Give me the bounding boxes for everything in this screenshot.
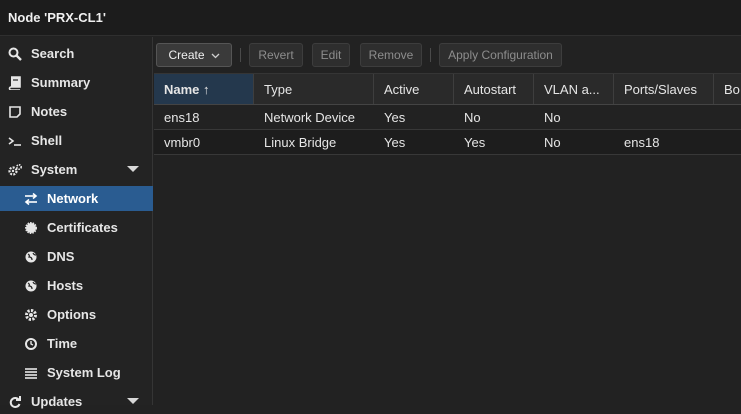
sidebar-item-label: Options: [47, 307, 97, 322]
grid-body: ens18 Network Device Yes No No vmbr0 Lin…: [154, 105, 741, 405]
cell-autostart: Yes: [464, 135, 486, 150]
cell-type: Linux Bridge: [264, 135, 337, 150]
column-header-vlan-aware[interactable]: VLAN a...: [534, 74, 614, 104]
terminal-icon: [8, 134, 22, 148]
apply-configuration-button[interactable]: Apply Configuration: [439, 43, 562, 67]
globe-icon: [24, 250, 38, 264]
toolbar-separator: [430, 48, 431, 62]
sidebar: Search Summary Notes Shell System Networ…: [0, 37, 153, 409]
list-icon: [24, 366, 38, 380]
sidebar-item-label: Network: [47, 191, 99, 206]
sidebar-item-label: Shell: [31, 133, 63, 148]
cell-ports-slaves: ens18: [624, 135, 660, 150]
sidebar-item-label: Search: [31, 46, 75, 61]
sidebar-item-summary[interactable]: Summary: [0, 70, 153, 95]
sidebar-item-dns[interactable]: DNS: [0, 244, 153, 269]
sidebar-item-updates[interactable]: Updates: [0, 389, 153, 414]
column-header-ports-slaves[interactable]: Ports/Slaves: [614, 74, 714, 104]
sidebar-item-label: Notes: [31, 104, 68, 119]
chevron-down-icon[interactable]: [127, 398, 139, 404]
globe-icon: [24, 279, 38, 293]
column-header-type[interactable]: Type: [254, 74, 374, 104]
sidebar-item-label: Summary: [31, 75, 91, 90]
revert-button[interactable]: Revert: [249, 43, 303, 67]
sidebar-item-notes[interactable]: Notes: [0, 99, 153, 124]
cell-type: Network Device: [264, 110, 356, 125]
sidebar-item-label: Certificates: [47, 220, 118, 235]
cell-name: vmbr0: [164, 135, 201, 150]
exchange-icon: [24, 192, 38, 206]
clock-icon: [24, 337, 38, 351]
toolbar: Create Revert Edit Remove Apply Configur…: [154, 37, 741, 73]
sidebar-item-label: System Log: [47, 365, 121, 380]
certificate-icon: [24, 221, 38, 235]
cell-name: ens18: [164, 110, 200, 125]
gear-icon: [24, 308, 38, 322]
cell-autostart: No: [464, 110, 481, 125]
sidebar-item-label: Hosts: [47, 278, 84, 293]
sidebar-item-hosts[interactable]: Hosts: [0, 273, 153, 298]
sidebar-item-certificates[interactable]: Certificates: [0, 215, 153, 240]
refresh-icon: [8, 395, 22, 409]
book-icon: [8, 75, 22, 90]
sidebar-item-system-log[interactable]: System Log: [0, 360, 153, 385]
cell-ports-slaves: [614, 105, 624, 130]
search-icon: [8, 47, 22, 61]
sidebar-item-shell[interactable]: Shell: [0, 128, 153, 153]
gears-icon: [8, 163, 22, 177]
edit-button[interactable]: Edit: [312, 43, 350, 67]
sidebar-item-label: Updates: [31, 394, 83, 409]
sidebar-item-search[interactable]: Search: [0, 41, 153, 66]
cell-active: Yes: [384, 110, 406, 125]
page-title: Node 'PRX-CL1': [8, 10, 106, 25]
table-row[interactable]: ens18 Network Device Yes No No: [154, 105, 741, 130]
cell-vlan-aware: No: [544, 110, 561, 125]
sidebar-item-label: System: [31, 162, 78, 177]
column-header-name[interactable]: Name ↑: [154, 74, 254, 104]
sidebar-item-label: Time: [47, 336, 78, 351]
create-button[interactable]: Create: [156, 43, 232, 67]
table-row[interactable]: vmbr0 Linux Bridge Yes Yes No ens18: [154, 130, 741, 155]
sidebar-item-options[interactable]: Options: [0, 302, 153, 327]
column-header-bond-mode[interactable]: Bo: [714, 74, 741, 104]
chevron-down-icon[interactable]: [127, 166, 139, 172]
sidebar-item-network[interactable]: Network: [0, 186, 153, 211]
grid-header: Name ↑ Type Active Autostart VLAN a... P…: [154, 73, 741, 105]
sidebar-item-label: DNS: [47, 249, 75, 264]
title-bar: Node 'PRX-CL1': [0, 0, 741, 36]
cell-vlan-aware: No: [544, 135, 561, 150]
note-icon: [8, 105, 22, 119]
toolbar-separator: [240, 48, 241, 62]
main-panel: Create Revert Edit Remove Apply Configur…: [154, 37, 741, 405]
cell-active: Yes: [384, 135, 406, 150]
sidebar-item-system[interactable]: System: [0, 157, 153, 182]
remove-button[interactable]: Remove: [360, 43, 422, 67]
sidebar-item-time[interactable]: Time: [0, 331, 153, 356]
chevron-down-icon: [211, 48, 220, 62]
column-header-active[interactable]: Active: [374, 74, 454, 104]
column-header-autostart[interactable]: Autostart: [454, 74, 534, 104]
